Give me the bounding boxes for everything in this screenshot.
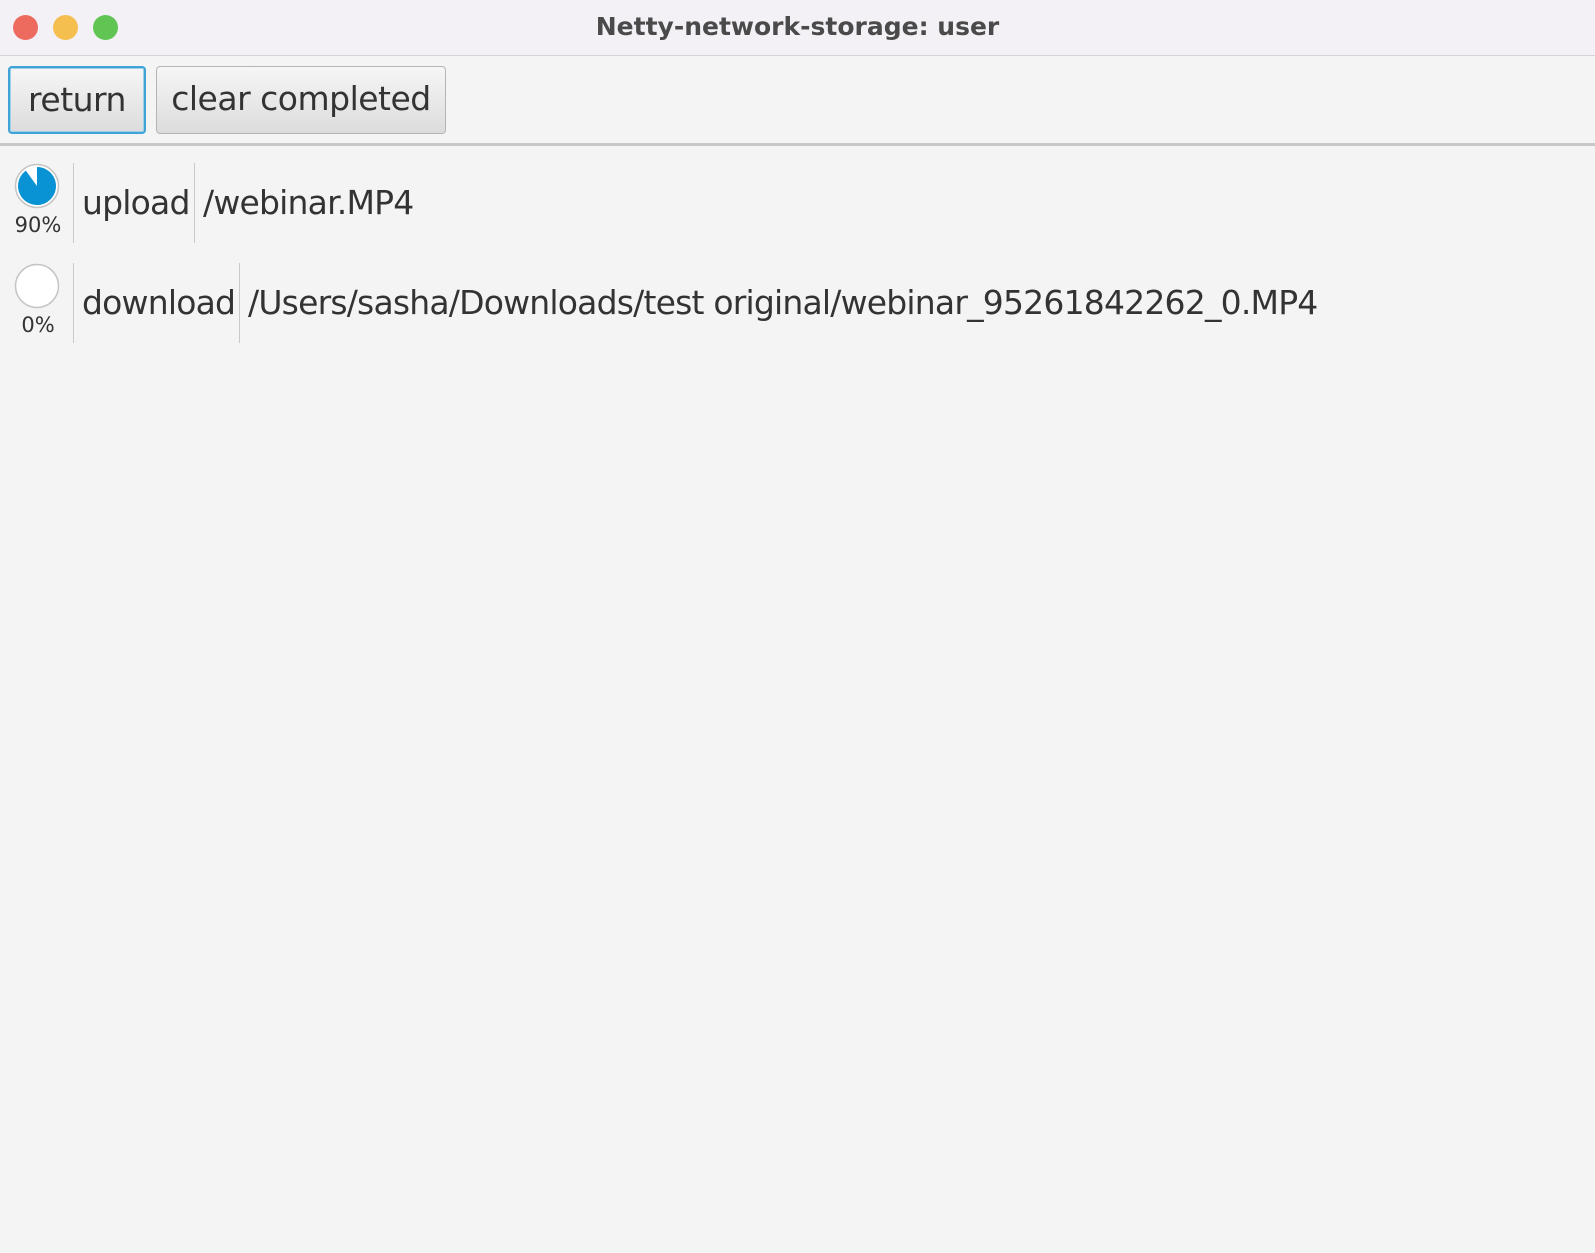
clear-completed-button[interactable]: clear completed [156,66,446,134]
transfer-direction: upload [82,183,190,222]
transfer-row[interactable]: 0% download /Users/sasha/Downloads/test … [0,263,1595,347]
column-divider [73,263,74,343]
return-button[interactable]: return [8,66,146,134]
progress-percent: 0% [21,313,55,337]
app-window: Netty-network-storage: user return clear… [0,0,1595,1253]
column-divider [73,163,74,243]
transfer-direction: download [82,283,236,322]
column-divider [239,263,240,343]
progress-pie-icon [14,163,60,209]
progress-percent: 90% [14,213,62,237]
transfer-row[interactable]: 90% upload /webinar.MP4 [0,163,1595,247]
progress-pie-icon [14,263,60,309]
toolbar: return clear completed [0,56,1595,146]
transfer-path: /webinar.MP4 [203,183,414,222]
progress-indicator: 90% [0,163,74,243]
title-bar[interactable]: Netty-network-storage: user [0,0,1595,56]
window-title: Netty-network-storage: user [595,12,1000,41]
progress-indicator: 0% [0,263,74,343]
column-divider [194,163,195,243]
transfer-path: /Users/sasha/Downloads/test original/web… [248,283,1318,322]
